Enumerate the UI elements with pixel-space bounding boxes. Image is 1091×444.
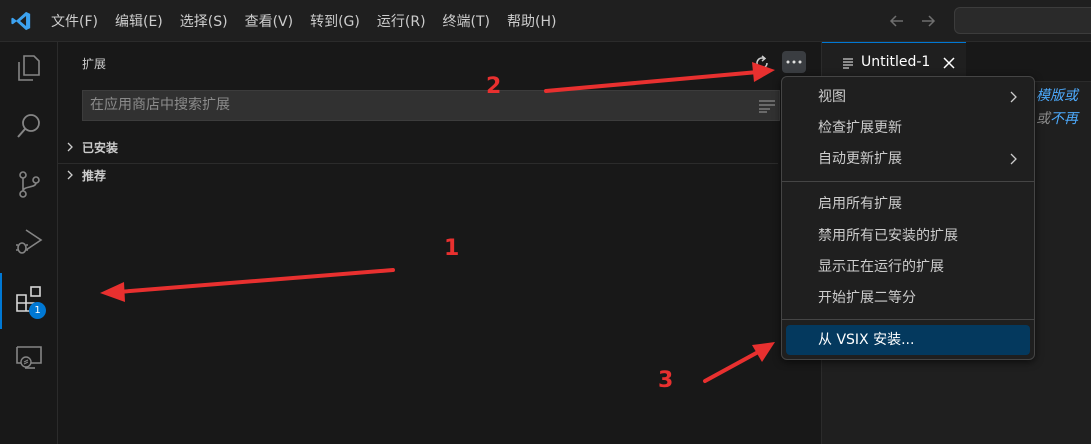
menu-terminal[interactable]: 终端(T) (435, 7, 498, 35)
menu-selection[interactable]: 选择(S) (172, 7, 236, 35)
menu-item-enable-all[interactable]: 启用所有扩展 (786, 189, 1030, 219)
more-actions-menu: 视图 检查扩展更新 自动更新扩展 启用所有扩展 禁用所有已安装的扩展 显示正在运… (781, 76, 1035, 360)
search-icon[interactable] (13, 110, 45, 142)
menu-separator (782, 319, 1034, 320)
menu-bar: 文件(F) 编辑(E) 选择(S) 查看(V) 转到(G) 运行(R) 终端(T… (43, 0, 565, 42)
menu-file[interactable]: 文件(F) (43, 7, 106, 35)
hint-link[interactable]: 模版或 (1036, 88, 1078, 104)
menu-item-install-vsix[interactable]: 从 VSIX 安装... (786, 325, 1030, 355)
more-actions-button[interactable] (782, 51, 806, 73)
menu-edit[interactable]: 编辑(E) (107, 7, 171, 35)
menu-item-disable-all[interactable]: 禁用所有已安装的扩展 (786, 221, 1030, 251)
menu-separator (782, 181, 1034, 182)
source-control-icon[interactable] (13, 168, 45, 200)
menu-item-show-running[interactable]: 显示正在运行的扩展 (786, 252, 1030, 282)
filter-icon[interactable] (758, 99, 776, 113)
section-installed[interactable]: 已安装 (58, 136, 778, 158)
hint-text: 或 (1036, 111, 1050, 127)
section-label: 已安装 (82, 141, 119, 155)
chevron-right-icon (67, 142, 73, 152)
extensions-search-input[interactable]: 在应用商店中搜索扩展 (82, 90, 780, 121)
hint-link[interactable]: 不再 (1050, 111, 1078, 127)
section-label: 推荐 (82, 169, 107, 183)
vscode-window: 文件(F) 编辑(E) 选择(S) 查看(V) 转到(G) 运行(R) 终端(T… (0, 0, 1091, 444)
text-file-icon (843, 58, 853, 69)
annotation-label-1: 1 (444, 236, 460, 261)
close-icon[interactable] (942, 56, 956, 70)
annotation-label-2: 2 (486, 74, 502, 99)
title-bar: 文件(F) 编辑(E) 选择(S) 查看(V) 转到(G) 运行(R) 终端(T… (0, 0, 1091, 42)
active-indicator (0, 273, 2, 329)
menu-run[interactable]: 运行(R) (369, 7, 434, 35)
tab-label: Untitled-1 (861, 54, 931, 70)
sidebar-title: 扩展 (82, 57, 107, 71)
chevron-right-icon (67, 170, 73, 180)
editor-hint-line: 或不再 (1036, 108, 1078, 128)
menu-item-check-updates[interactable]: 检查扩展更新 (786, 113, 1030, 143)
annotation-label-3: 3 (658, 368, 674, 393)
menu-item-auto-update[interactable]: 自动更新扩展 (786, 144, 1030, 174)
menu-item-bisect[interactable]: 开始扩展二等分 (786, 283, 1030, 313)
explorer-icon[interactable] (13, 52, 45, 84)
command-center-search[interactable] (954, 7, 1091, 34)
extensions-badge: 1 (29, 302, 46, 319)
vscode-logo-icon (11, 11, 31, 31)
menu-go[interactable]: 转到(G) (302, 7, 368, 35)
menu-view[interactable]: 查看(V) (237, 7, 302, 35)
activity-bar: 1 (0, 42, 58, 444)
arrow-left-icon[interactable] (887, 11, 907, 31)
chevron-right-icon (1010, 153, 1017, 165)
refresh-icon[interactable] (752, 53, 772, 73)
menu-item-views[interactable]: 视图 (786, 82, 1030, 112)
section-recommended[interactable]: 推荐 (58, 163, 778, 186)
remote-explorer-icon[interactable] (13, 342, 45, 374)
chevron-right-icon (1010, 91, 1017, 103)
arrow-right-icon[interactable] (918, 11, 938, 31)
run-debug-icon[interactable] (13, 225, 45, 257)
ellipsis-icon (786, 60, 802, 64)
menu-help[interactable]: 帮助(H) (499, 7, 564, 35)
editor-hint-line: 模版或 (1036, 85, 1078, 105)
extensions-sidebar: 扩展 在应用商店中搜索扩展 已安装 推荐 (58, 42, 822, 444)
